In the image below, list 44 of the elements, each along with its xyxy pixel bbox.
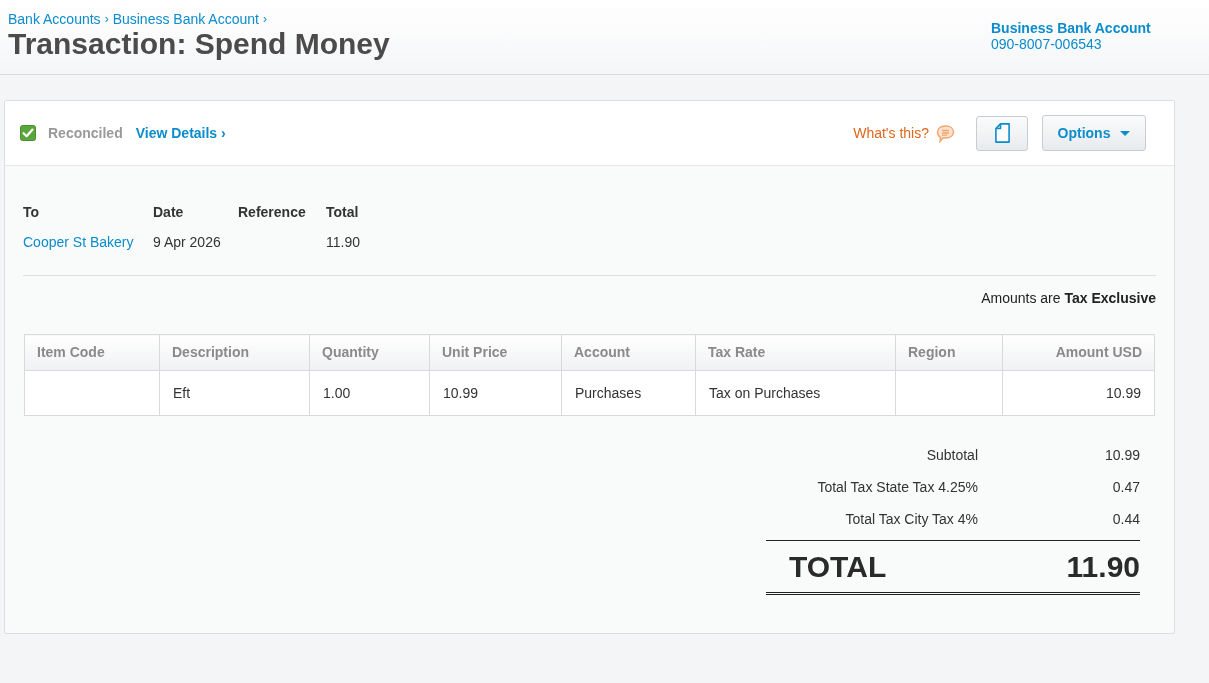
table-cell: Tax on Purchases bbox=[695, 370, 896, 416]
column-header: Tax Rate bbox=[695, 334, 896, 371]
table-cell: Purchases bbox=[561, 370, 696, 416]
total-label: Total Tax City Tax 4% bbox=[844, 509, 978, 529]
column-header: Account bbox=[561, 334, 696, 371]
contact-link[interactable]: Cooper St Bakery bbox=[23, 233, 153, 251]
total-label: Subtotal bbox=[925, 445, 978, 465]
column-header: Description bbox=[159, 334, 310, 371]
breadcrumb-link[interactable]: Business Bank Account bbox=[112, 10, 259, 28]
tax-note: Amounts are Tax Exclusive bbox=[981, 289, 1156, 307]
total-label: Total Tax State Tax 4.25% bbox=[816, 477, 978, 497]
whats-this-link[interactable]: What's this? bbox=[853, 122, 929, 144]
total-value: 0.44 bbox=[1111, 509, 1140, 529]
field-label: Date bbox=[153, 203, 185, 221]
reconciled-label: Reconciled bbox=[48, 123, 123, 143]
field-label: To bbox=[23, 203, 41, 221]
table-cell: Eft bbox=[159, 370, 310, 416]
table-cell: 10.99 bbox=[1002, 370, 1155, 416]
column-header: Item Code bbox=[24, 334, 160, 371]
breadcrumb-link[interactable]: Bank Accounts bbox=[8, 10, 101, 28]
total-value: 10.99 bbox=[1103, 445, 1140, 465]
document-button[interactable] bbox=[976, 115, 1028, 151]
account-number: 090-8007-006543 bbox=[991, 36, 1103, 52]
caret-icon bbox=[1120, 130, 1131, 136]
field-value: 11.90 bbox=[326, 233, 361, 251]
field-value: 9 Apr 2026 bbox=[153, 233, 222, 251]
column-header: Quantity bbox=[309, 334, 430, 371]
table-cell: 1.00 bbox=[309, 370, 430, 416]
grand-total-value: 11.90 bbox=[1066, 549, 1140, 585]
view-details-link[interactable]: View Details › bbox=[135, 122, 226, 144]
column-header: Amount USD bbox=[1002, 334, 1155, 371]
page-title: Transaction: Spend Money bbox=[8, 28, 390, 60]
breadcrumb-separator: › bbox=[104, 11, 109, 28]
breadcrumb-separator: › bbox=[262, 11, 267, 28]
options-button[interactable]: Options bbox=[1042, 115, 1146, 151]
table-cell: 10.99 bbox=[429, 370, 562, 416]
speech-bubble-icon[interactable] bbox=[936, 123, 955, 143]
account-name: Business Bank Account bbox=[991, 20, 1152, 36]
grand-total-label: TOTAL bbox=[789, 549, 887, 585]
total-value: 0.47 bbox=[1111, 477, 1140, 497]
field-label: Total bbox=[326, 203, 360, 221]
column-header: Region bbox=[895, 334, 1003, 371]
document-icon bbox=[994, 123, 1010, 143]
column-header: Unit Price bbox=[429, 334, 562, 371]
